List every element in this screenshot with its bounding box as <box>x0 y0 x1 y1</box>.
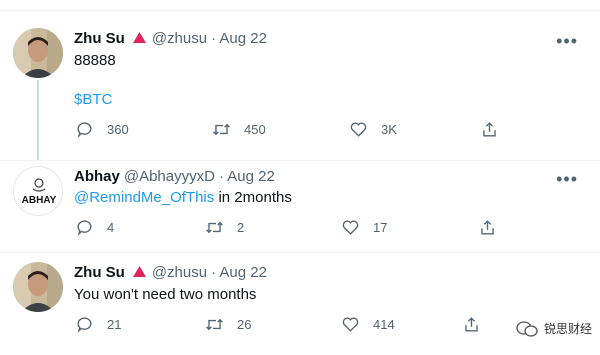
author-handle[interactable]: @zhusu <box>152 264 207 281</box>
retweet-count: 2 <box>237 220 245 235</box>
tweet-text-rest: in 2months <box>214 189 292 206</box>
reply-button[interactable]: 21 <box>75 315 121 334</box>
tweet-text: @RemindMe_OfThis in 2months <box>74 188 292 208</box>
retweet-icon <box>213 123 230 136</box>
like-count: 414 <box>373 317 395 332</box>
tweet-text: 88888 <box>74 52 116 69</box>
like-count: 17 <box>373 220 388 235</box>
tweet-3[interactable]: Zhu Su @zhusu · Aug 22 You won't need tw… <box>0 252 600 355</box>
watermark-text: 锐思财经 <box>543 322 592 336</box>
watermark: 锐思财经 <box>516 320 592 337</box>
heart-icon <box>342 317 359 332</box>
like-button[interactable]: 414 <box>341 315 395 334</box>
retweet-count: 26 <box>237 317 252 332</box>
reply-count: 360 <box>107 122 129 137</box>
like-button[interactable]: 3K <box>349 120 397 139</box>
retweet-button[interactable]: 450 <box>212 120 266 139</box>
author-handle[interactable]: @AbhayyyxD <box>124 168 215 185</box>
heart-icon <box>342 220 359 235</box>
more-icon[interactable]: ••• <box>556 32 578 50</box>
author-name[interactable]: Zhu Su <box>74 264 125 281</box>
warning-triangle-icon <box>132 264 146 281</box>
retweet-icon <box>206 318 223 331</box>
retweet-button[interactable]: 26 <box>205 315 251 334</box>
retweet-icon <box>206 221 223 234</box>
avatar-logo-text: ABHAY <box>22 195 57 206</box>
reply-count: 4 <box>107 220 115 235</box>
warning-triangle-icon <box>132 30 146 47</box>
reply-icon <box>77 317 92 334</box>
more-icon[interactable]: ••• <box>556 170 578 188</box>
author-name[interactable]: Zhu Su <box>74 30 125 47</box>
reply-count: 21 <box>107 317 122 332</box>
tweet-date[interactable]: · Aug 22 <box>219 168 275 185</box>
retweet-count: 450 <box>244 122 266 137</box>
retweet-button[interactable]: 2 <box>205 218 244 237</box>
like-button[interactable]: 17 <box>341 218 387 237</box>
reply-button[interactable]: 360 <box>75 120 129 139</box>
cashtag-link[interactable]: $BTC <box>74 90 112 110</box>
tweet-2[interactable]: ABHAY Abhay @AbhayyyxD · Aug 22 ••• @Rem… <box>0 160 600 254</box>
author-handle[interactable]: @zhusu <box>152 30 207 47</box>
share-icon <box>465 317 478 332</box>
share-button[interactable] <box>478 218 497 237</box>
avatar[interactable] <box>13 28 63 78</box>
tweet-1[interactable]: Zhu Su @zhusu · Aug 22 ••• 88888 $BTC 36… <box>0 0 600 160</box>
tweet-date[interactable]: · Aug 22 <box>211 30 267 47</box>
avatar[interactable]: ABHAY <box>13 166 63 216</box>
share-icon <box>481 220 494 235</box>
tweet-text: You won't need two months <box>74 286 257 303</box>
author-name[interactable]: Abhay <box>74 168 120 185</box>
share-button[interactable] <box>480 120 499 139</box>
wechat-icon <box>516 320 538 337</box>
heart-icon <box>350 122 367 137</box>
reply-icon <box>77 122 92 139</box>
reply-icon <box>77 220 92 237</box>
like-count: 3K <box>381 122 397 137</box>
mention-link[interactable]: @RemindMe_OfThis <box>74 189 214 206</box>
share-icon <box>483 122 496 137</box>
tweet-date[interactable]: · Aug 22 <box>211 264 267 281</box>
share-button[interactable] <box>462 315 481 334</box>
avatar[interactable] <box>13 262 63 312</box>
reply-button[interactable]: 4 <box>75 218 114 237</box>
